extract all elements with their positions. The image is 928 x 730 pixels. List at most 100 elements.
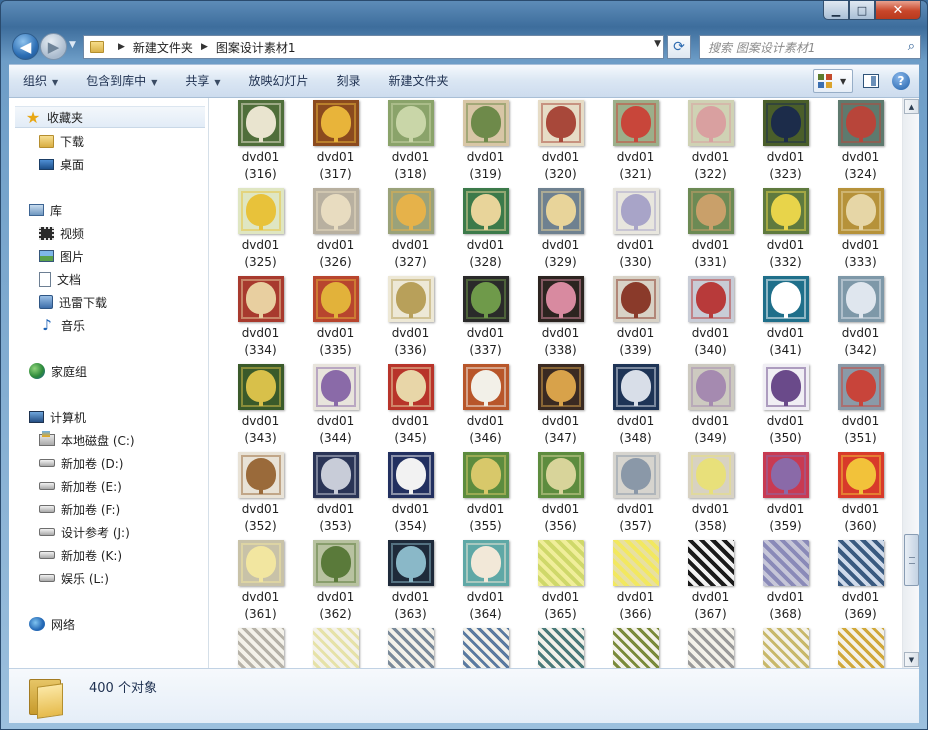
- breadcrumb-item[interactable]: 图案设计素材1: [216, 39, 296, 56]
- sidebar-computer[interactable]: 计算机: [29, 406, 86, 428]
- file-item[interactable]: dvd01 (339): [598, 276, 673, 364]
- change-view-button[interactable]: ▼: [813, 69, 853, 93]
- file-item[interactable]: dvd01 (332): [748, 188, 823, 276]
- file-item[interactable]: dvd01 (357): [598, 452, 673, 540]
- toolbar-item[interactable]: 组织 ▼: [9, 69, 72, 93]
- address-bar[interactable]: ▶ 新建文件夹 ▶ 图案设计素材1 ▼: [83, 35, 664, 59]
- file-item[interactable]: dvd01 (356): [523, 452, 598, 540]
- forward-button[interactable]: ▶: [40, 33, 67, 60]
- toolbar-item[interactable]: 刻录: [323, 69, 375, 93]
- file-item[interactable]: dvd01 (351): [823, 364, 898, 452]
- file-item[interactable]: dvd01 (343): [223, 364, 298, 452]
- file-item[interactable]: dvd01 (355): [448, 452, 523, 540]
- file-item[interactable]: dvd01 (365): [523, 540, 598, 628]
- file-item[interactable]: dvd01 (350): [748, 364, 823, 452]
- file-item[interactable]: dvd01 (360): [823, 452, 898, 540]
- file-item[interactable]: dvd01 (363): [373, 540, 448, 628]
- file-item[interactable]: dvd01 (337): [448, 276, 523, 364]
- sidebar-item-drive[interactable]: 新加卷 (E:): [39, 475, 122, 497]
- file-item[interactable]: dvd01 (364): [448, 540, 523, 628]
- sidebar-item-library[interactable]: 迅雷下载: [39, 291, 107, 313]
- toolbar-item[interactable]: 放映幻灯片: [235, 69, 323, 93]
- toolbar-item[interactable]: 新建文件夹: [375, 69, 463, 93]
- sidebar-libraries[interactable]: 库: [29, 199, 62, 221]
- file-item[interactable]: dvd01 (368): [748, 540, 823, 628]
- scroll-down-button[interactable]: ▼: [904, 652, 919, 667]
- file-item[interactable]: dvd01 (331): [673, 188, 748, 276]
- file-item[interactable]: dvd01 (354): [373, 452, 448, 540]
- file-item[interactable]: dvd01 (321): [598, 100, 673, 188]
- file-item[interactable]: dvd01 (333): [823, 188, 898, 276]
- sidebar-item-drive[interactable]: 新加卷 (F:): [39, 498, 120, 520]
- file-item[interactable]: dvd01 (324): [823, 100, 898, 188]
- file-item[interactable]: dvd01 (353): [298, 452, 373, 540]
- breadcrumb-separator-icon[interactable]: ▶: [118, 42, 125, 52]
- sidebar-item-downloads[interactable]: 下载: [39, 130, 84, 152]
- file-item[interactable]: dvd01 (319): [448, 100, 523, 188]
- file-item[interactable]: dvd01 (349): [673, 364, 748, 452]
- back-button[interactable]: ◀: [12, 33, 39, 60]
- sidebar-item-library[interactable]: 视频: [39, 222, 84, 244]
- file-item[interactable]: dvd01 (359): [748, 452, 823, 540]
- file-item[interactable]: dvd01 (366): [598, 540, 673, 628]
- sidebar-item-drive[interactable]: 本地磁盘 (C:): [39, 429, 135, 451]
- file-item[interactable]: dvd01 (345): [373, 364, 448, 452]
- toolbar-item[interactable]: 包含到库中 ▼: [72, 69, 171, 93]
- file-item[interactable]: dvd01 (344): [298, 364, 373, 452]
- file-item[interactable]: [298, 628, 373, 668]
- sidebar-homegroup[interactable]: 家庭组: [29, 360, 87, 382]
- close-button[interactable]: ✕: [875, 1, 921, 20]
- file-item[interactable]: dvd01 (329): [523, 188, 598, 276]
- file-item[interactable]: dvd01 (342): [823, 276, 898, 364]
- file-item[interactable]: dvd01 (320): [523, 100, 598, 188]
- file-item[interactable]: dvd01 (336): [373, 276, 448, 364]
- sidebar-item-library[interactable]: 文档: [39, 268, 81, 290]
- sidebar-item-library[interactable]: 图片: [39, 245, 84, 267]
- file-item[interactable]: dvd01 (338): [523, 276, 598, 364]
- sidebar-favorites[interactable]: ★ 收藏夹: [15, 106, 205, 128]
- file-item[interactable]: dvd01 (347): [523, 364, 598, 452]
- sidebar-item-desktop[interactable]: 桌面: [39, 153, 84, 175]
- file-item[interactable]: [523, 628, 598, 668]
- refresh-button[interactable]: ⟳: [667, 35, 691, 59]
- file-item[interactable]: dvd01 (316): [223, 100, 298, 188]
- file-item[interactable]: dvd01 (325): [223, 188, 298, 276]
- sidebar-network[interactable]: 网络: [29, 613, 75, 635]
- sidebar-item-drive[interactable]: 设计参考 (J:): [39, 521, 130, 543]
- file-item[interactable]: dvd01 (322): [673, 100, 748, 188]
- file-item[interactable]: dvd01 (327): [373, 188, 448, 276]
- preview-pane-button[interactable]: [859, 69, 883, 93]
- sidebar-item-drive[interactable]: 新加卷 (D:): [39, 452, 123, 474]
- file-item[interactable]: dvd01 (335): [298, 276, 373, 364]
- scroll-up-button[interactable]: ▲: [904, 99, 919, 114]
- file-item[interactable]: dvd01 (362): [298, 540, 373, 628]
- file-item[interactable]: dvd01 (340): [673, 276, 748, 364]
- sidebar-item-drive[interactable]: 娱乐 (L:): [39, 567, 109, 589]
- file-item[interactable]: dvd01 (358): [673, 452, 748, 540]
- help-button[interactable]: ?: [889, 69, 913, 93]
- file-item[interactable]: dvd01 (317): [298, 100, 373, 188]
- file-item[interactable]: [823, 628, 898, 668]
- file-item[interactable]: dvd01 (326): [298, 188, 373, 276]
- breadcrumb-item[interactable]: 新建文件夹: [133, 39, 193, 56]
- scrollbar-thumb[interactable]: [904, 534, 919, 586]
- search-input[interactable]: 搜索 图案设计素材1 ⌕: [699, 35, 921, 59]
- file-item[interactable]: dvd01 (352): [223, 452, 298, 540]
- file-item[interactable]: [448, 628, 523, 668]
- breadcrumb-separator-icon[interactable]: ▶: [201, 42, 208, 52]
- file-item[interactable]: dvd01 (348): [598, 364, 673, 452]
- address-history-dropdown[interactable]: ▼: [654, 39, 661, 49]
- vertical-scrollbar[interactable]: ▲ ▼: [902, 98, 919, 668]
- file-item[interactable]: dvd01 (318): [373, 100, 448, 188]
- minimize-button[interactable]: ▁: [823, 1, 849, 20]
- file-item[interactable]: dvd01 (361): [223, 540, 298, 628]
- recent-pages-dropdown[interactable]: ▼: [69, 40, 76, 50]
- file-item[interactable]: dvd01 (334): [223, 276, 298, 364]
- file-item[interactable]: [598, 628, 673, 668]
- file-item[interactable]: dvd01 (341): [748, 276, 823, 364]
- file-item[interactable]: dvd01 (369): [823, 540, 898, 628]
- maximize-button[interactable]: □: [849, 1, 875, 20]
- toolbar-item[interactable]: 共享 ▼: [171, 69, 234, 93]
- file-item[interactable]: dvd01 (367): [673, 540, 748, 628]
- file-item[interactable]: [223, 628, 298, 668]
